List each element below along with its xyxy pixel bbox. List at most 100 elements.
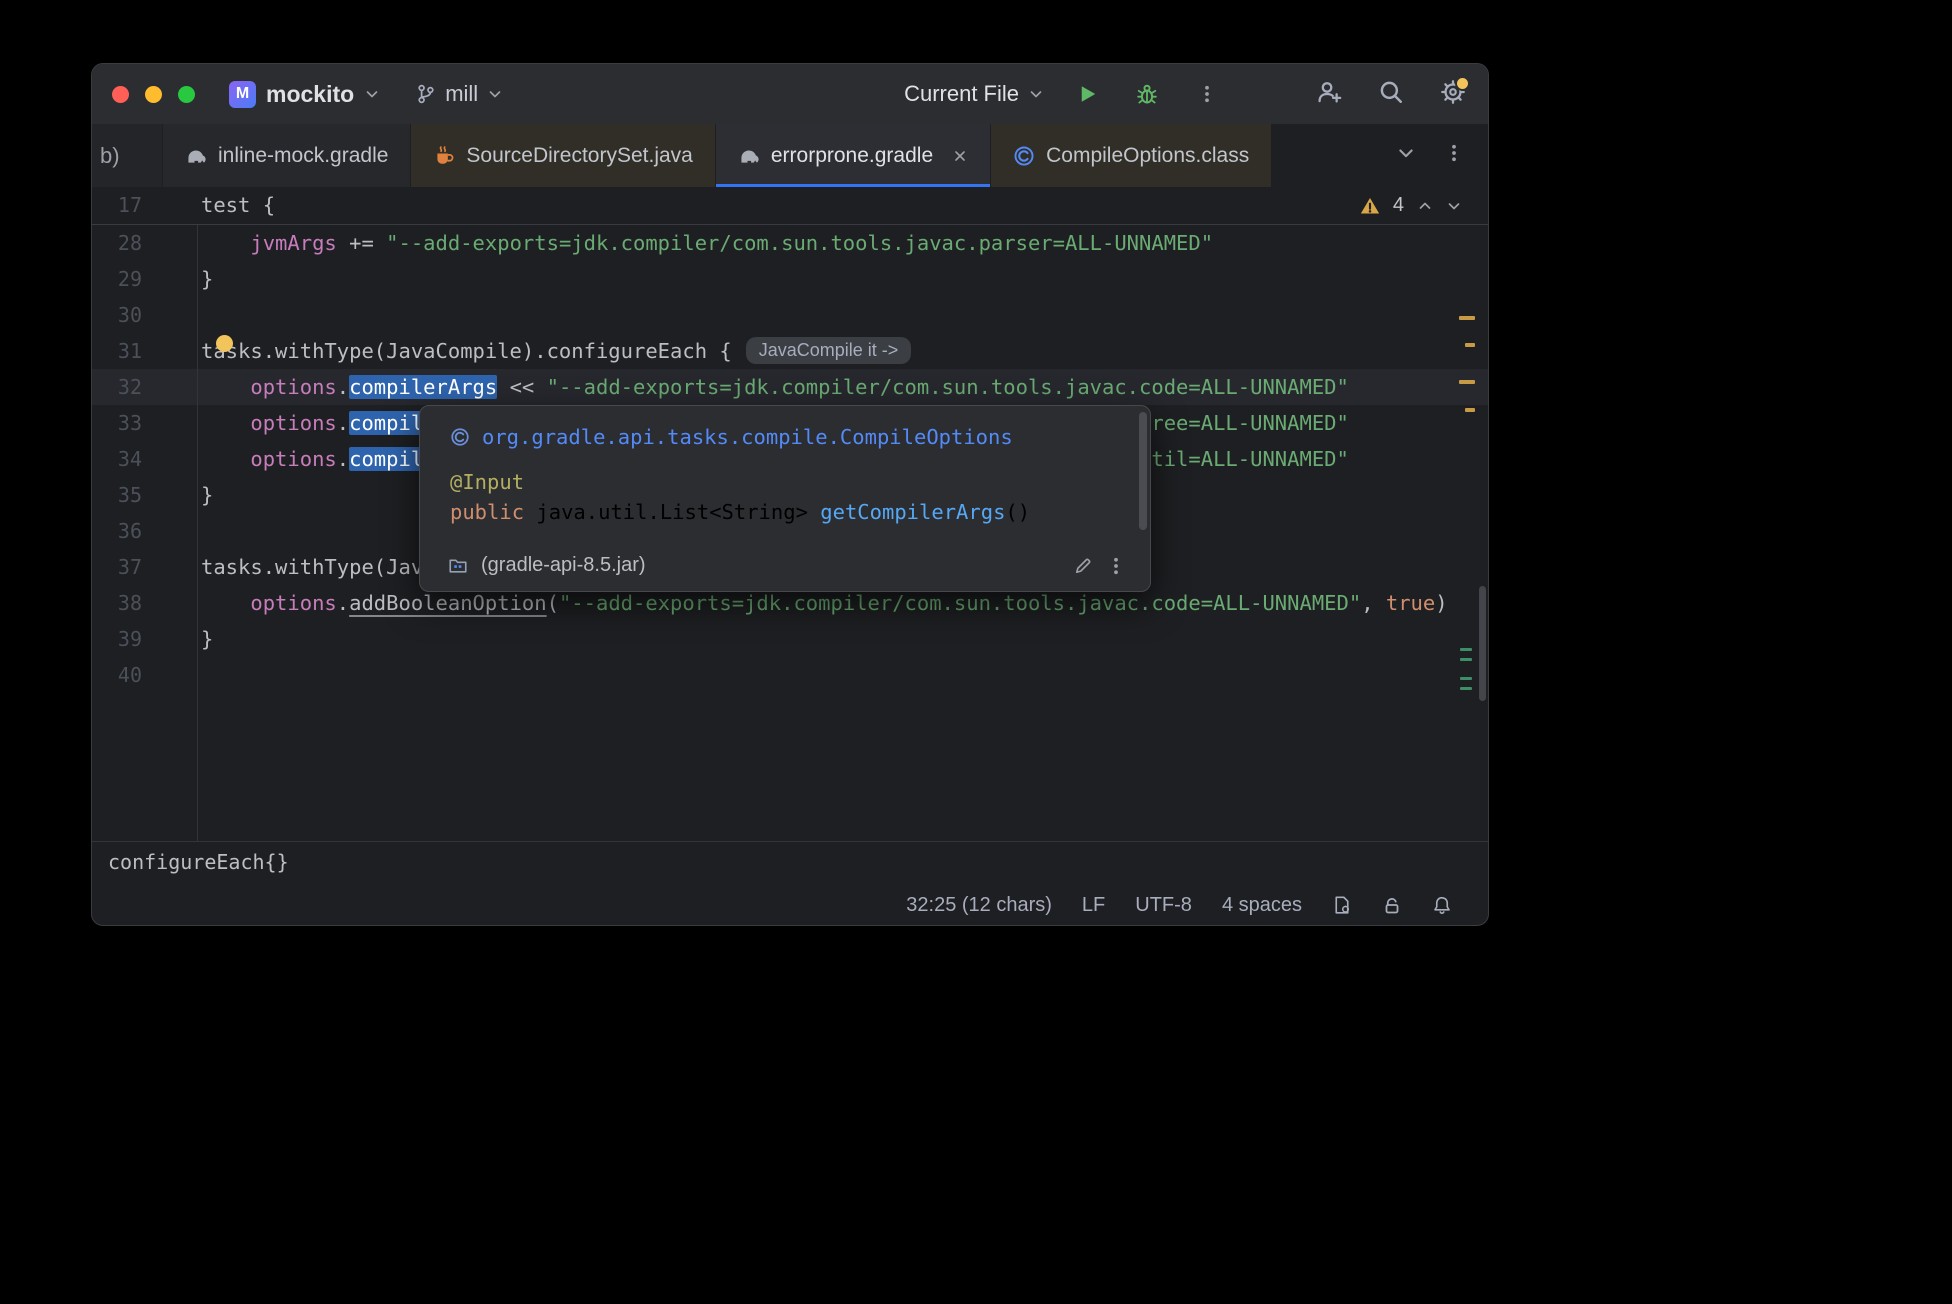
tab-errorprone.gradle[interactable]: errorprone.gradle bbox=[716, 124, 991, 187]
tab-file-icon bbox=[1013, 145, 1035, 167]
tab-overflow-label: b) bbox=[100, 143, 120, 169]
tab-strip: inline-mock.gradle SourceDirectorySet.ja… bbox=[163, 124, 1272, 187]
code-text[interactable]: jvmArgs += "--add-exports=jdk.compiler/c… bbox=[197, 225, 1213, 261]
line-number[interactable]: 40 bbox=[92, 657, 197, 693]
tab-list-dropdown-button[interactable] bbox=[1396, 143, 1416, 168]
error-stripe-info-mark[interactable] bbox=[1460, 677, 1472, 680]
chevron-down-icon[interactable] bbox=[1446, 198, 1462, 214]
editor-scrollbar[interactable] bbox=[1479, 586, 1486, 701]
run-configuration-selector[interactable]: Current File bbox=[904, 81, 1044, 107]
indent-widget[interactable]: 4 spaces bbox=[1222, 894, 1302, 917]
kebab-icon bbox=[1444, 143, 1464, 163]
tab-options-button[interactable] bbox=[1444, 143, 1464, 168]
traffic-lights bbox=[112, 86, 195, 103]
error-stripe-info-mark[interactable] bbox=[1460, 658, 1472, 661]
titlebar[interactable]: M mockito mill Current File bbox=[92, 64, 1488, 124]
run-button[interactable] bbox=[1070, 77, 1104, 111]
chevron-down-icon bbox=[487, 86, 503, 102]
editor-area[interactable]: 17 test { 4 28 jvmArgs += "--add-exports… bbox=[92, 187, 1488, 841]
error-stripe-warning-mark[interactable] bbox=[1459, 380, 1475, 384]
error-stripe-warning-mark[interactable] bbox=[1459, 316, 1475, 320]
code-text[interactable]: tasks.withType(JavaCompile).configureEac… bbox=[197, 333, 911, 369]
zoom-window-button[interactable] bbox=[178, 86, 195, 103]
ide-window: M mockito mill Current File bbox=[91, 63, 1489, 926]
line-number[interactable]: 30 bbox=[92, 297, 197, 333]
code-line-31[interactable]: 31tasks.withType(JavaCompile).configureE… bbox=[92, 333, 1488, 369]
code-with-me-button[interactable] bbox=[1316, 79, 1342, 110]
tab-overflow-left[interactable]: b) bbox=[92, 124, 163, 187]
code-line-29[interactable]: 29} bbox=[92, 261, 1488, 297]
inlay-hint[interactable]: JavaCompile it -> bbox=[746, 337, 912, 364]
doc-class-link[interactable]: org.gradle.api.tasks.compile.CompileOpti… bbox=[482, 425, 1013, 449]
inspection-widget[interactable]: 4 bbox=[1360, 187, 1462, 224]
line-number[interactable]: 36 bbox=[92, 513, 197, 549]
project-widget[interactable]: M mockito bbox=[229, 81, 380, 108]
line-separator-widget[interactable]: LF bbox=[1082, 894, 1105, 917]
error-stripe-warning-mark[interactable] bbox=[1465, 408, 1475, 412]
code-text[interactable]: } bbox=[197, 477, 213, 513]
project-name: mockito bbox=[266, 81, 354, 108]
code-line-28[interactable]: 28 jvmArgs += "--add-exports=jdk.compile… bbox=[92, 225, 1488, 261]
line-number[interactable]: 17 bbox=[92, 187, 197, 224]
code-style-config-button[interactable] bbox=[1332, 895, 1352, 915]
tab-file-icon bbox=[185, 145, 207, 167]
popup-scrollbar[interactable] bbox=[1139, 412, 1147, 530]
kebab-icon[interactable] bbox=[1106, 556, 1126, 576]
settings-button[interactable] bbox=[1440, 79, 1466, 110]
tab-SourceDirectorySet.java[interactable]: SourceDirectorySet.java bbox=[411, 124, 715, 187]
file-lock-toggle[interactable] bbox=[1382, 895, 1402, 915]
line-number[interactable]: 28 bbox=[92, 225, 197, 261]
play-icon bbox=[1075, 82, 1099, 106]
error-stripe-info-mark[interactable] bbox=[1460, 648, 1472, 651]
tab-label: SourceDirectorySet.java bbox=[466, 144, 692, 168]
tab-inline-mock.gradle[interactable]: inline-mock.gradle bbox=[163, 124, 411, 187]
breadcrumb-item[interactable]: configureEach{} bbox=[108, 850, 289, 874]
line-number[interactable]: 31 bbox=[92, 333, 197, 369]
bell-icon bbox=[1432, 895, 1452, 915]
error-stripe-warning-mark[interactable] bbox=[1465, 343, 1475, 347]
code-line-39[interactable]: 39} bbox=[92, 621, 1488, 657]
line-number[interactable]: 34 bbox=[92, 441, 197, 477]
intention-bulb-marker[interactable] bbox=[216, 335, 233, 352]
line-number[interactable]: 29 bbox=[92, 261, 197, 297]
chevron-up-icon[interactable] bbox=[1417, 198, 1433, 214]
settings-notification-badge bbox=[1455, 76, 1470, 91]
code-text[interactable]: } bbox=[197, 261, 213, 297]
line-number[interactable]: 32 bbox=[92, 369, 197, 405]
doc-method-name[interactable]: getCompilerArgs bbox=[820, 500, 1005, 524]
search-everywhere-button[interactable] bbox=[1378, 79, 1404, 110]
bug-icon bbox=[1135, 82, 1159, 106]
code-line-40[interactable]: 40 bbox=[92, 657, 1488, 693]
line-number[interactable]: 35 bbox=[92, 477, 197, 513]
code-text[interactable]: } bbox=[197, 621, 213, 657]
close-icon[interactable] bbox=[952, 148, 968, 164]
code-line-30[interactable]: 30 bbox=[92, 297, 1488, 333]
more-actions-button[interactable] bbox=[1190, 77, 1224, 111]
close-window-button[interactable] bbox=[112, 86, 129, 103]
line-number[interactable]: 33 bbox=[92, 405, 197, 441]
error-stripe-info-mark[interactable] bbox=[1460, 687, 1472, 690]
branch-name: mill bbox=[445, 81, 478, 107]
debug-button[interactable] bbox=[1130, 77, 1164, 111]
tab-file-icon bbox=[738, 145, 760, 167]
code-text[interactable]: options.compilerArgs << "--add-exports=j… bbox=[197, 369, 1349, 405]
breadcrumb[interactable]: configureEach{} bbox=[92, 841, 1488, 882]
minimize-window-button[interactable] bbox=[145, 86, 162, 103]
pencil-icon[interactable] bbox=[1073, 556, 1093, 576]
run-configuration-label: Current File bbox=[904, 81, 1019, 107]
encoding-widget[interactable]: UTF-8 bbox=[1135, 894, 1192, 917]
code-line-32[interactable]: 32 options.compilerArgs << "--add-export… bbox=[92, 369, 1488, 405]
line-number[interactable]: 39 bbox=[92, 621, 197, 657]
desktop-background: M mockito mill Current File bbox=[0, 0, 1952, 1304]
caret-position-widget[interactable]: 32:25 (12 chars) bbox=[906, 894, 1052, 917]
doc-modifier: public bbox=[450, 500, 524, 524]
tab-CompileOptions.class[interactable]: CompileOptions.class bbox=[991, 124, 1272, 187]
sticky-line[interactable]: 17 test { 4 bbox=[92, 187, 1488, 225]
line-number[interactable]: 37 bbox=[92, 549, 197, 585]
chevron-down-icon bbox=[1396, 143, 1416, 163]
notifications-button[interactable] bbox=[1432, 895, 1452, 915]
line-number[interactable]: 38 bbox=[92, 585, 197, 621]
doc-return-type: java.util.List<String> bbox=[524, 500, 820, 524]
vcs-branch-widget[interactable]: mill bbox=[416, 81, 503, 107]
sticky-code-text[interactable]: test { bbox=[197, 187, 275, 224]
